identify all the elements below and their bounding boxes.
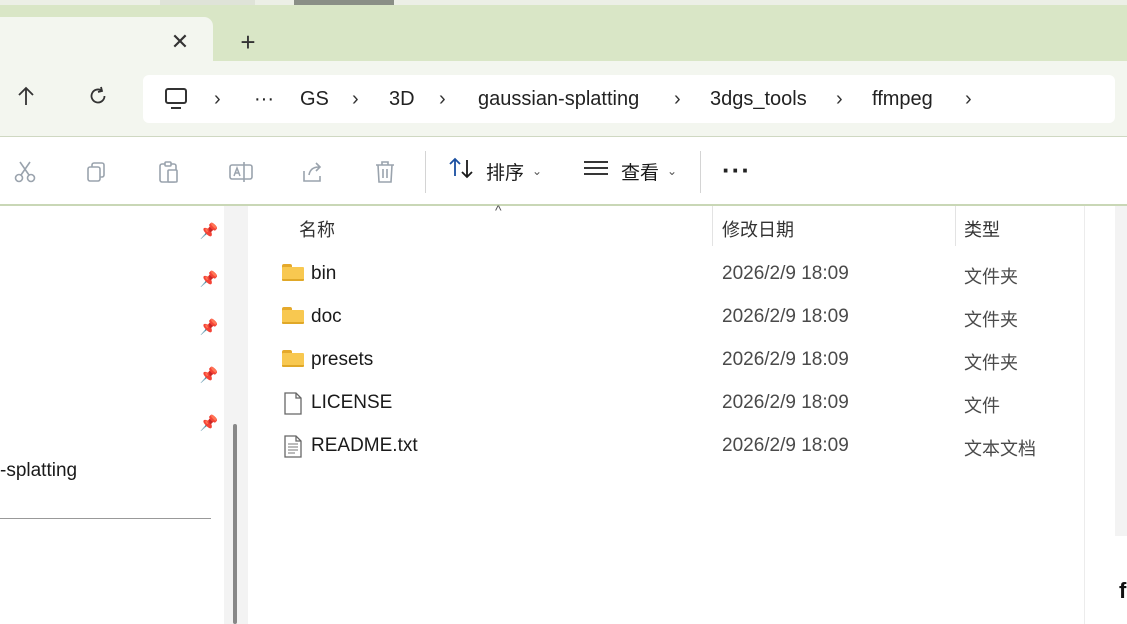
- view-label: 查看: [621, 162, 660, 184]
- pin-icon[interactable]: 📌: [199, 318, 219, 338]
- pin-icon[interactable]: 📌: [199, 366, 219, 386]
- toolbar-divider: [425, 151, 426, 193]
- file-date: 2026/2/9 18:09: [722, 349, 849, 370]
- column-header-name[interactable]: 名称: [299, 216, 335, 242]
- file-type: 文件夹: [964, 267, 1018, 287]
- breadcrumb-item[interactable]: gaussian-splatting: [478, 75, 639, 123]
- chevron-down-icon: ⌄: [667, 164, 678, 178]
- table-row[interactable]: presets 2026/2/9 18:09 文件夹: [248, 339, 1084, 382]
- navigation-pane: 📌 📌 📌 📌 📌 -splatting: [0, 206, 224, 624]
- details-text-fragment: f: [1119, 578, 1127, 603]
- breadcrumb-item[interactable]: GS: [300, 75, 329, 123]
- breadcrumb-overflow[interactable]: ···: [254, 75, 274, 123]
- file-type: 文件夹: [964, 353, 1018, 373]
- file-date: 2026/2/9 18:09: [722, 435, 849, 456]
- chevron-right-icon[interactable]: ›: [836, 75, 843, 123]
- nav-divider: [0, 518, 211, 519]
- file-type: 文件: [964, 396, 1000, 416]
- view-list-icon: [583, 158, 609, 184]
- file-name: README.txt: [311, 435, 418, 456]
- sort-icon: [448, 156, 474, 186]
- sort-label: 排序: [486, 162, 525, 184]
- address-bar[interactable]: › ··· GS › 3D › gaussian-splatting › 3dg…: [143, 75, 1115, 123]
- breadcrumb-item-current[interactable]: ffmpeg: [872, 75, 933, 123]
- tab-current[interactable]: ✕: [0, 17, 213, 67]
- file-date: 2026/2/9 18:09: [722, 306, 849, 327]
- share-icon[interactable]: [300, 159, 326, 185]
- up-arrow-icon[interactable]: [12, 85, 40, 113]
- sort-button[interactable]: 排序 ⌄: [448, 155, 542, 187]
- nav-scrollbar[interactable]: [224, 206, 248, 624]
- file-type: 文本文档: [964, 439, 1036, 459]
- breadcrumb-item[interactable]: 3dgs_tools: [710, 75, 807, 123]
- file-name: LICENSE: [311, 392, 393, 413]
- chevron-right-icon[interactable]: ›: [214, 75, 221, 123]
- sort-indicator-icon: ^: [495, 202, 502, 218]
- file-name: presets: [311, 349, 374, 370]
- pin-icon[interactable]: 📌: [199, 270, 219, 290]
- folder-icon: [282, 264, 304, 281]
- table-row[interactable]: doc 2026/2/9 18:09 文件夹: [248, 296, 1084, 339]
- chevron-down-icon: ⌄: [532, 164, 543, 178]
- copy-icon[interactable]: [84, 159, 110, 185]
- table-row[interactable]: LICENSE 2026/2/9 18:09 文件: [248, 382, 1084, 425]
- tab-bar: ✕ +: [0, 5, 1127, 67]
- close-icon[interactable]: ✕: [168, 31, 192, 55]
- view-button[interactable]: 查看 ⌄: [583, 155, 677, 187]
- rename-icon[interactable]: [228, 159, 254, 185]
- this-pc-icon[interactable]: [165, 88, 187, 109]
- delete-icon[interactable]: [372, 159, 398, 185]
- file-type: 文件夹: [964, 310, 1018, 330]
- column-divider[interactable]: [955, 206, 956, 246]
- chevron-right-icon[interactable]: ›: [674, 75, 681, 123]
- paste-icon[interactable]: [156, 159, 182, 185]
- column-divider[interactable]: [712, 206, 713, 246]
- file-list: ^ 名称 修改日期 类型 bin 2026/2/9 18:09 文件夹 doc …: [248, 202, 1084, 624]
- table-row[interactable]: README.txt 2026/2/9 18:09 文本文档: [248, 425, 1084, 468]
- details-pane-shade: [1115, 206, 1127, 536]
- command-bar: 排序 ⌄ 查看 ⌄ ···: [0, 136, 1127, 206]
- pin-icon[interactable]: 📌: [199, 414, 219, 434]
- file-name: bin: [311, 263, 337, 284]
- pin-icon[interactable]: 📌: [199, 222, 219, 242]
- folder-icon: [282, 307, 304, 324]
- chevron-right-icon[interactable]: ›: [965, 75, 972, 123]
- address-row: › ··· GS › 3D › gaussian-splatting › 3dg…: [0, 61, 1127, 136]
- table-row[interactable]: bin 2026/2/9 18:09 文件夹: [248, 253, 1084, 296]
- refresh-icon[interactable]: [84, 85, 112, 113]
- more-options-button[interactable]: ···: [722, 157, 751, 183]
- scrollbar-thumb[interactable]: [233, 424, 237, 624]
- details-pane: f: [1084, 206, 1127, 624]
- new-tab-button[interactable]: +: [234, 29, 262, 57]
- file-icon: [284, 392, 302, 420]
- breadcrumb-item[interactable]: 3D: [389, 75, 415, 123]
- chevron-right-icon[interactable]: ›: [352, 75, 359, 123]
- column-header-date[interactable]: 修改日期: [722, 216, 794, 242]
- folder-icon: [282, 350, 304, 367]
- file-date: 2026/2/9 18:09: [722, 263, 849, 284]
- file-date: 2026/2/9 18:09: [722, 392, 849, 413]
- column-header-type[interactable]: 类型: [964, 216, 1000, 242]
- file-name: doc: [311, 306, 342, 327]
- toolbar-divider: [700, 151, 701, 193]
- chevron-right-icon[interactable]: ›: [439, 75, 446, 123]
- nav-item-label[interactable]: -splatting: [0, 460, 77, 482]
- text-file-icon: [284, 435, 302, 463]
- cut-icon[interactable]: [12, 159, 38, 185]
